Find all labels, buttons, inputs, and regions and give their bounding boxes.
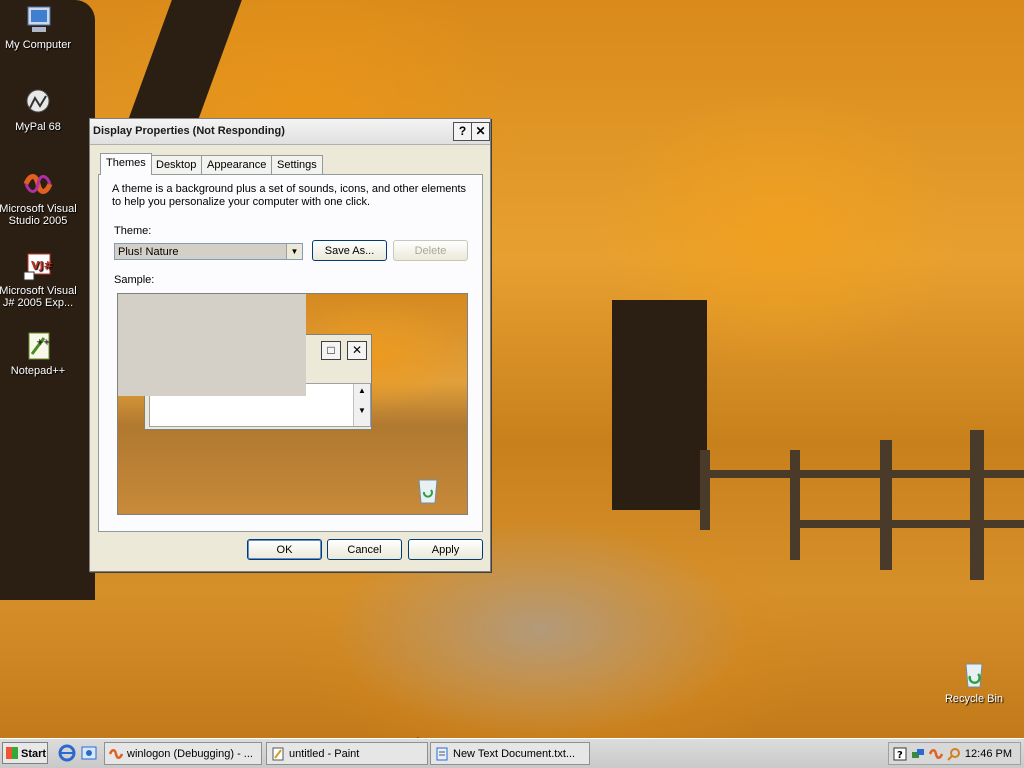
visual-studio-icon — [22, 168, 54, 200]
wallpaper-fence-rail — [790, 520, 1024, 528]
close-button[interactable]: ✕ — [471, 122, 490, 141]
desktop-icon-label: Microsoft Visual J# 2005 Exp... — [0, 285, 77, 309]
visual-studio-icon — [108, 747, 124, 761]
theme-sample-preview: □ ✕ ▲ ▼ — [117, 293, 468, 515]
svg-text:++: ++ — [36, 337, 49, 346]
desktop-icon-recycle-bin[interactable]: Recycle Bin — [934, 658, 1014, 705]
search-icon[interactable] — [947, 747, 961, 761]
notepadpp-icon: ++ — [22, 330, 54, 362]
sample-label: Sample: — [114, 274, 155, 286]
save-as-button[interactable]: Save As... — [312, 240, 387, 261]
themes-description: A theme is a background plus a set of so… — [112, 183, 467, 208]
start-label: Start — [21, 748, 47, 760]
clock[interactable]: 12:46 PM — [965, 748, 1012, 760]
help-button[interactable]: ? — [453, 122, 472, 141]
scroll-down-icon: ▼ — [358, 406, 366, 415]
close-icon: ✕ — [347, 341, 367, 360]
wallpaper-fence-post — [970, 430, 984, 580]
paint-icon — [271, 747, 285, 761]
dialog-titlebar[interactable]: Display Properties (Not Responding) ? ✕ — [90, 119, 490, 145]
taskbar-item-label: New Text Document.txt... — [453, 748, 576, 760]
chevron-down-icon[interactable]: ▼ — [286, 244, 302, 259]
svg-text:VJ#: VJ# — [31, 259, 53, 272]
network-icon[interactable] — [911, 747, 925, 761]
theme-label: Theme: — [114, 225, 152, 237]
taskbar-item-winlogon[interactable]: winlogon (Debugging) - ... — [104, 742, 262, 765]
windows-flag-icon — [6, 747, 18, 759]
desktop-icon-label: MyPal 68 — [15, 121, 61, 133]
wallpaper-branch — [128, 0, 242, 120]
svg-text:?: ? — [897, 750, 903, 761]
wallpaper-fence-post — [700, 450, 710, 530]
wallpaper-fence-rail — [700, 470, 1024, 478]
tab-settings[interactable]: Settings — [271, 155, 323, 174]
close-icon: ✕ — [475, 124, 486, 138]
wallpaper-trunk-right — [612, 300, 707, 510]
maximize-icon: □ — [321, 341, 341, 360]
help-icon: ? — [458, 124, 467, 138]
taskbar-item-label: winlogon (Debugging) - ... — [127, 748, 253, 760]
ok-button[interactable]: OK — [247, 539, 322, 560]
tab-themes[interactable]: Themes — [100, 153, 152, 175]
start-button[interactable]: Start — [2, 742, 48, 764]
cancel-button[interactable]: Cancel — [327, 539, 402, 560]
outlook-express-icon[interactable] — [80, 744, 98, 762]
notepad-icon — [435, 747, 449, 761]
apply-button[interactable]: Apply — [408, 539, 483, 560]
theme-select-value: Plus! Nature — [118, 246, 179, 258]
help-icon[interactable]: ? — [893, 747, 907, 761]
sample-scrollbar: ▲ ▼ — [353, 384, 370, 426]
taskbar-item-label: untitled - Paint — [289, 748, 360, 760]
mypal-icon — [22, 86, 54, 118]
delete-button: Delete — [393, 240, 468, 261]
wallpaper-fence-post — [880, 440, 892, 570]
visual-studio-tray-icon[interactable] — [928, 747, 944, 761]
desktop-icon-label: Notepad++ — [10, 365, 66, 377]
wallpaper-fence-post — [790, 450, 800, 560]
taskbar: Start winlogon (Debugging) - ... untitle… — [0, 738, 1024, 768]
desktop-icon-label: Microsoft Visual Studio 2005 — [0, 203, 77, 227]
tab-desktop[interactable]: Desktop — [150, 155, 203, 174]
desktop-icon-notepadpp[interactable]: ++ Notepad++ — [0, 330, 78, 377]
recycle-bin-icon — [416, 476, 440, 504]
desktop-icon-label: Recycle Bin — [944, 693, 1004, 705]
desktop-icon-mypal[interactable]: MyPal 68 — [0, 86, 78, 133]
taskbar-item-paint[interactable]: untitled - Paint — [266, 742, 428, 765]
recycle-bin-icon — [958, 658, 990, 690]
tab-appearance[interactable]: Appearance — [201, 155, 273, 174]
theme-select[interactable]: Plus! Nature ▼ — [114, 243, 303, 260]
taskbar-item-text-document[interactable]: New Text Document.txt... — [430, 742, 590, 765]
internet-explorer-icon[interactable] — [58, 744, 76, 762]
dialog-title: Display Properties (Not Responding) — [93, 125, 285, 137]
system-tray: ? 12:46 PM — [888, 742, 1021, 765]
desktop-icon-my-computer[interactable]: My Computer — [0, 4, 78, 51]
desktop-icon-visual-studio[interactable]: Microsoft Visual Studio 2005 — [0, 168, 78, 227]
display-properties-dialog: Display Properties (Not Responding) ? ✕ … — [89, 118, 491, 572]
scroll-up-icon: ▲ — [358, 386, 366, 395]
desktop-icon-label: My Computer — [4, 39, 72, 51]
computer-icon — [22, 4, 54, 36]
desktop-icon-visual-jsharp[interactable]: VJ# Microsoft Visual J# 2005 Exp... — [0, 250, 78, 309]
sample-unrendered-area — [118, 294, 306, 396]
visual-jsharp-icon: VJ# — [22, 250, 54, 282]
